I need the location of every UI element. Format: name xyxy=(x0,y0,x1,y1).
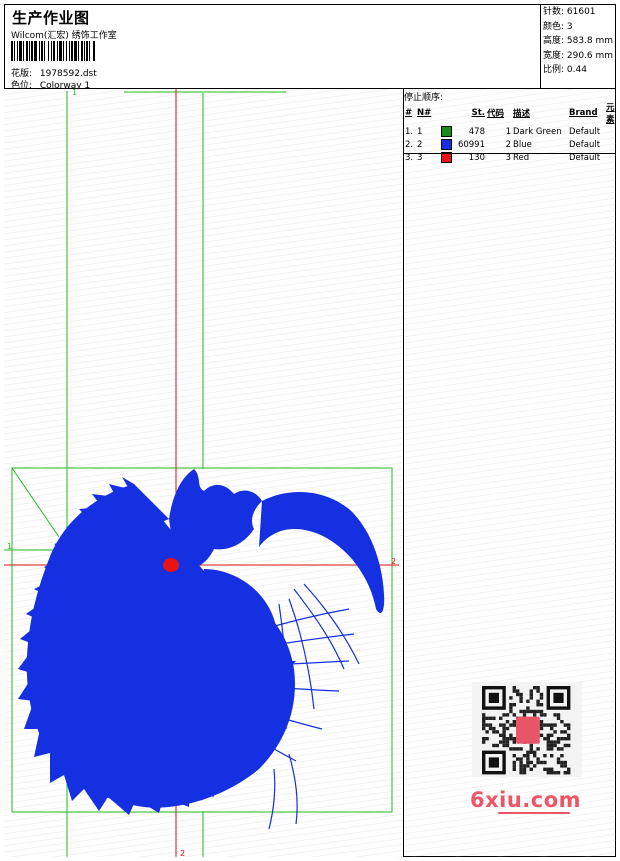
marker-red-bottom: 2 xyxy=(180,849,185,857)
barcode xyxy=(11,41,141,61)
row-brand: Default xyxy=(569,126,601,137)
page-title: 生产作业图 xyxy=(12,9,90,27)
col-header-index: # xyxy=(405,108,413,118)
row-code: 2 xyxy=(505,139,511,150)
design-width: 宽度: 290.6 mm xyxy=(543,50,614,61)
design-svg: 1 1 2 2 xyxy=(4,89,399,857)
phoenix-upper-wing xyxy=(259,491,385,614)
qr-code-icon xyxy=(482,686,571,775)
design-height: 高度: 583.8 mm xyxy=(543,36,614,46)
barcode-bar xyxy=(95,41,96,61)
table-row[interactable]: 2. 2 60991 2 Blue Default xyxy=(404,138,616,151)
header: 生产作业图 Wilcom(汇宏) 绣饰工作室 花版: 1978592.dst 色… xyxy=(4,4,541,91)
watermark-qr-code xyxy=(472,682,582,777)
col-header-description: 描述 xyxy=(513,109,531,119)
row-code: 1 xyxy=(505,126,511,137)
row-index: 2. xyxy=(405,139,414,150)
row-brand: Default xyxy=(569,139,601,150)
design-scale: 比例: 0.44 xyxy=(543,65,587,75)
watermark-underline xyxy=(498,812,570,814)
table-header-row: # N# St. 代码 描述 Brand 元素 xyxy=(404,101,616,125)
row-description: Dark Green xyxy=(513,126,562,137)
color-swatch-icon xyxy=(441,126,452,137)
row-stitches: 478 xyxy=(468,126,485,137)
design-canvas[interactable]: 1 1 2 2 xyxy=(4,89,404,857)
phoenix-red-eye xyxy=(163,558,179,572)
col-header-element: 元素 xyxy=(606,103,615,125)
col-header-brand: Brand xyxy=(569,108,598,118)
stitch-count: 针数: 61601 xyxy=(543,7,596,17)
row-needle: 1 xyxy=(417,126,423,137)
watermark-logo: 6xiu.com xyxy=(470,788,582,812)
col-header-stitches: St. xyxy=(471,108,485,118)
marker-green-top: 1 xyxy=(72,89,77,97)
stats-panel: 针数: 61601 颜色: 3 高度: 583.8 mm 宽度: 290.6 m… xyxy=(541,4,616,89)
row-index: 1. xyxy=(405,126,414,137)
col-header-code: 代码 xyxy=(487,109,505,119)
col-header-needle: N# xyxy=(417,108,432,118)
col-header-swatch xyxy=(440,101,454,125)
color-count: 颜色: 3 xyxy=(543,21,573,32)
embroidery-design xyxy=(18,469,385,830)
color-swatch-icon xyxy=(441,139,452,150)
row-needle: 2 xyxy=(417,139,423,150)
row-description: Blue xyxy=(513,139,532,150)
marker-red-right: 2 xyxy=(391,557,396,566)
row-stitches: 60991 xyxy=(457,139,485,150)
table-row[interactable]: 1. 1 478 1 Dark Green Default xyxy=(404,125,616,138)
marker-green-left: 1 xyxy=(7,542,12,551)
green-guide-diagonal xyxy=(11,467,60,538)
color-table: # N# St. 代码 描述 Brand 元素 1. 1 478 1 Dark … xyxy=(404,101,616,164)
panel-divider xyxy=(404,153,616,154)
company-name: Wilcom(汇宏) 绣饰工作室 xyxy=(11,31,117,41)
phoenix-head xyxy=(169,469,262,569)
